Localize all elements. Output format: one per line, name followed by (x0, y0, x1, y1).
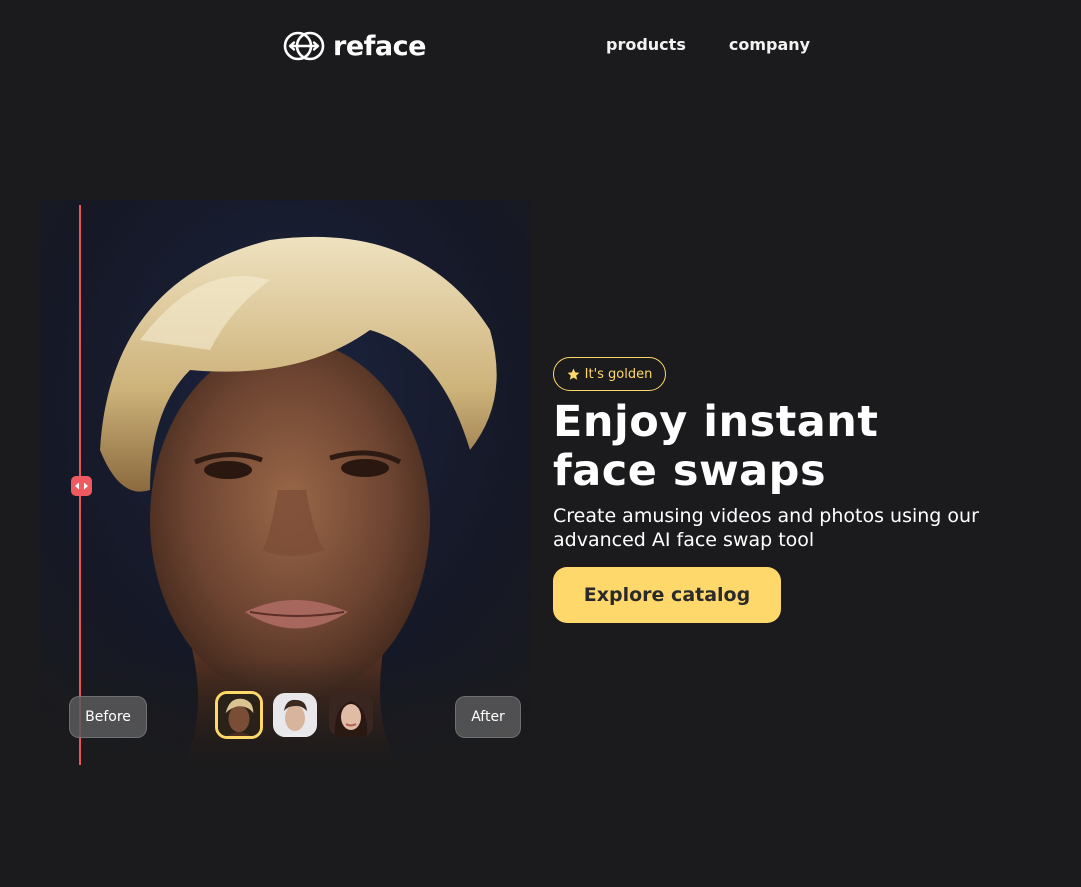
subtext-line-2: advanced AI face swap tool (553, 529, 815, 551)
promo-badge: It's golden (553, 357, 666, 391)
thumbnail-image (329, 693, 373, 737)
logo[interactable]: reface (283, 25, 426, 67)
explore-catalog-button[interactable]: Explore catalog (553, 567, 781, 623)
face-compare-image (40, 200, 530, 770)
thumbnail-man[interactable] (273, 693, 317, 737)
page: reface products company Before After It'… (0, 0, 1081, 887)
main-nav: products company (606, 35, 810, 54)
hero-headline: Enjoy instant face swaps (553, 398, 1013, 496)
hero-subtext: Create amusing videos and photos using o… (553, 504, 1003, 552)
before-button[interactable]: Before (69, 696, 147, 738)
thumbnail-woman-blonde[interactable] (215, 691, 263, 739)
reface-logo-icon (283, 31, 325, 61)
headline-line-2: face swaps (553, 446, 827, 496)
compare-drag-handle[interactable] (71, 476, 92, 496)
face-thumbnails (215, 691, 373, 739)
nav-item-products[interactable]: products (606, 35, 686, 54)
nav-item-company[interactable]: company (729, 35, 810, 54)
star-icon (567, 368, 580, 380)
thumbnail-image (218, 694, 260, 736)
badge-label: It's golden (584, 366, 653, 382)
logo-text: reface (333, 30, 426, 62)
thumbnail-woman-brunette[interactable] (329, 693, 373, 737)
after-button[interactable]: After (455, 696, 521, 738)
arrows-horizontal-icon (75, 482, 88, 490)
thumbnail-image (273, 693, 317, 737)
headline-line-1: Enjoy instant (553, 397, 879, 447)
subtext-line-1: Create amusing videos and photos using o… (553, 505, 979, 527)
